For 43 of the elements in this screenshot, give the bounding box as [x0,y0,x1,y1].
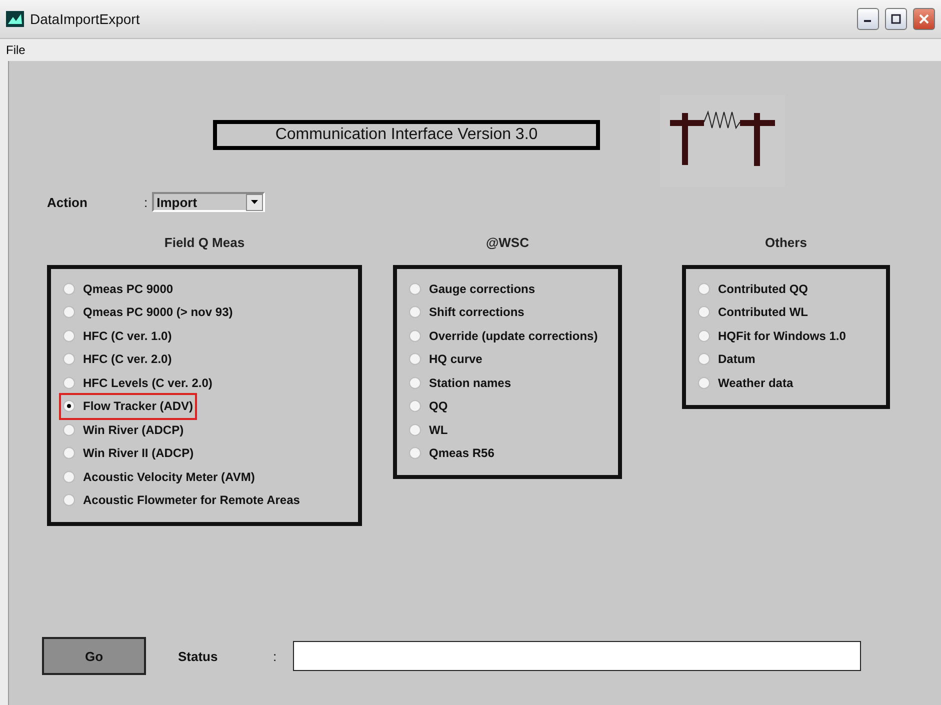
radio-option[interactable]: Qmeas PC 9000 (> nov 93) [61,300,235,324]
group-heading: Others [765,235,807,252]
group-heading: Field Q Meas [164,235,245,252]
maximize-button[interactable] [885,8,907,30]
status-field[interactable] [292,641,861,671]
separator-colon: : [273,648,277,664]
close-icon [919,14,929,24]
banner-title: Communication Interface Version 3.0 [213,120,600,150]
radio-option[interactable]: Weather data [696,371,796,394]
radio-option[interactable]: HFC (C ver. 2.0) [61,348,174,371]
menu-item[interactable]: File [6,43,26,57]
radio-option[interactable]: QQ [407,394,450,418]
radio-option[interactable]: Qmeas PC 9000 [61,277,176,300]
action-dropdown[interactable]: Import [152,192,265,212]
caret-icon [250,200,258,204]
radio-option[interactable]: Acoustic Velocity Meter (AVM) [61,465,257,488]
separator-colon: : [144,194,148,210]
radio-option[interactable]: WL [407,418,450,442]
radio-option[interactable]: Win River II (ADCP) [61,442,196,465]
radio-option[interactable]: Acoustic Flowmeter for Remote Areas [61,488,302,512]
radio-option[interactable]: Win River (ADCP) [61,418,186,442]
radio-option[interactable]: Shift corrections [407,300,526,324]
radio-option[interactable]: HFC Levels (C ver. 2.0) [61,371,214,394]
radio-option[interactable]: Gauge corrections [407,277,538,300]
app-icon [6,11,24,27]
window-title: DataImportExport [30,11,141,27]
radio-option[interactable]: Override (update corrections) [407,324,600,348]
maximize-icon [891,14,901,24]
group-heading: @WSC [486,235,529,252]
radio-option[interactable]: Contributed QQ [696,277,810,300]
radio-option[interactable]: HQFit for Windows 1.0 [696,324,848,348]
radio-option[interactable]: Flow Tracker (ADV) [61,394,196,418]
go-button[interactable]: Go [42,637,146,675]
minimize-button[interactable] [857,8,879,30]
radio-option[interactable]: HQ curve [407,348,484,371]
radio-option[interactable]: Qmeas R56 [407,442,496,465]
radio-option[interactable]: HFC (C ver. 1.0) [61,324,174,348]
action-label: Action [47,194,88,210]
radio-option[interactable]: Datum [696,348,758,371]
radio-option[interactable]: Station names [407,371,514,394]
radio-option[interactable]: Contributed WL [696,300,810,324]
status-label: Status [178,648,219,664]
close-button[interactable] [913,8,935,30]
